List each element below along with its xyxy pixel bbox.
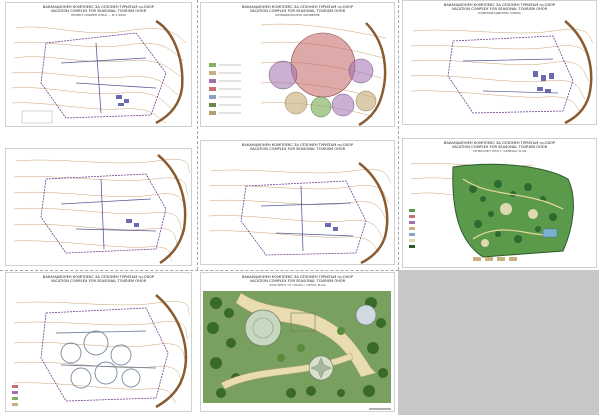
site-plan-drawing (13, 154, 191, 265)
zoning-legend (209, 63, 241, 115)
panel-site-plan-3: ВАКАНЦИОНЕН КОМПЛЕКС ЗА СЕЗОНЕН ТУРИЗЪМ … (402, 0, 597, 125)
sheet-divider (398, 0, 399, 270)
panel-site-plan-4 (5, 148, 192, 266)
panel-site-plan-1: ВАКАНЦИОНЕН КОМПЛЕКС ЗА СЕЗОНЕН ТУРИЗЪМ … (5, 2, 192, 127)
panel-detail-plan: ВАКАНЦИОНЕН КОМПЛЕКС ЗА СЕЗОНЕН ТУРИЗЪМ … (200, 272, 395, 412)
site-plan-drawing (11, 19, 187, 125)
communication-legend (12, 385, 18, 406)
panel-general-plan: ВАКАНЦИОНЕН КОМПЛЕКС ЗА СЕЗОНЕН ТУРИЗЪМ … (402, 138, 597, 268)
general-plan-drawing (409, 163, 574, 261)
site-plan-drawing (208, 162, 392, 264)
sheet-divider (197, 0, 198, 270)
zoning-drawing (209, 22, 387, 126)
communication-drawing (12, 294, 191, 409)
panel-communication-scheme: ВАКАНЦИОНЕН КОМПЛЕКС ЗА СЕЗОНЕН ТУРИЗЪМ … (5, 272, 192, 412)
site-plan-drawing (410, 20, 594, 124)
panel-zoning: ВАКАНЦИОНЕН КОМПЛЕКС ЗА СЕЗОНЕН ТУРИЗЪМ … (200, 2, 395, 127)
drawing-sheet-board: { "title_bg": "ВАКАНЦИОНЕН КОМПЛЕКС ЗА С… (0, 0, 599, 415)
general-plan-legend (409, 209, 415, 248)
detail-plan-drawing (203, 291, 391, 410)
empty-area (398, 270, 599, 415)
panel-site-plan-5: ВАКАНЦИОНЕН КОМПЛЕКС ЗА СЕЗОНЕН ТУРИЗЪМ … (200, 140, 395, 265)
